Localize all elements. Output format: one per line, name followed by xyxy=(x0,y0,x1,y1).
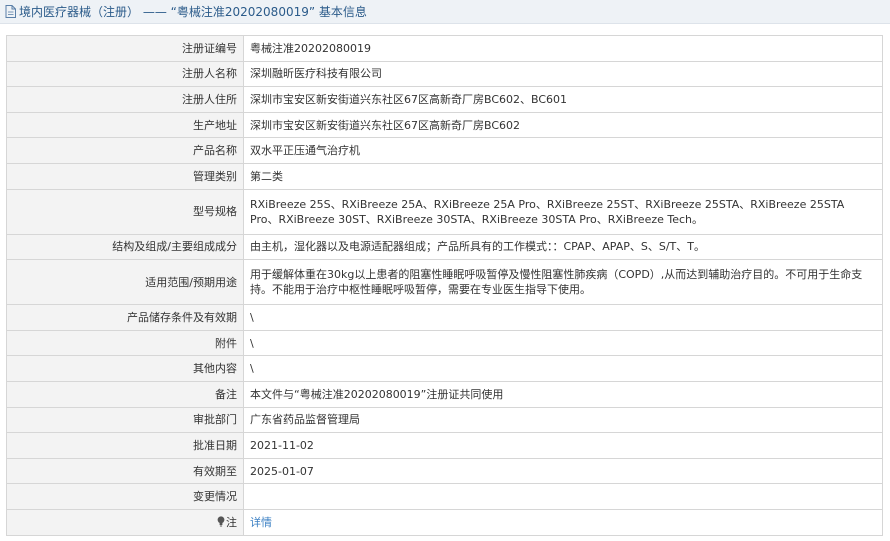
header-separator: —— xyxy=(139,4,171,19)
row-value: \ xyxy=(243,304,883,331)
row-value: 双水平正压通气治疗机 xyxy=(243,137,883,164)
table-row: 适用范围/预期用途 用于缓解体重在30kg以上患者的阻塞性睡眠呼吸暂停及慢性阻塞… xyxy=(6,259,883,306)
row-label: 管理类别 xyxy=(6,162,244,190)
table-row: 有效期至 2025-01-07 xyxy=(6,457,883,485)
note-label-cell: 注 xyxy=(6,508,244,536)
row-label: 生产地址 xyxy=(6,111,244,139)
table-row: 变更情况 xyxy=(6,483,883,510)
header-quoted-id: “粤械注准20202080019” xyxy=(170,5,316,19)
row-value: \ xyxy=(243,355,883,382)
table-row: 其他内容 \ xyxy=(6,355,883,382)
table-row: 批准日期 2021-11-02 xyxy=(6,432,883,459)
table-row: 管理类别 第二类 xyxy=(6,162,883,190)
row-label: 产品储存条件及有效期 xyxy=(6,304,244,331)
table-row: 结构及组成/主要组成成分 由主机，湿化器以及电源适配器组成；产品所具有的工作模式… xyxy=(6,233,883,261)
table-row: 注册人名称 深圳融昕医疗科技有限公司 xyxy=(6,60,883,88)
row-label: 型号规格 xyxy=(6,188,244,235)
table-row: 生产地址 深圳市宝安区新安街道兴东社区67区高新奇厂房BC602 xyxy=(6,111,883,139)
details-link[interactable]: 详情 xyxy=(250,516,272,529)
row-value: 2021-11-02 xyxy=(243,432,883,459)
row-label: 注册人名称 xyxy=(6,60,244,88)
table-row: 注册证编号 粤械注准20202080019 xyxy=(6,35,883,62)
table-row: 产品储存条件及有效期 \ xyxy=(6,304,883,331)
row-label: 有效期至 xyxy=(6,457,244,485)
row-value: 粤械注准20202080019 xyxy=(243,35,883,62)
row-value: 2025-01-07 xyxy=(243,457,883,485)
row-label: 注册证编号 xyxy=(6,35,244,62)
row-label: 产品名称 xyxy=(6,137,244,164)
row-label: 变更情况 xyxy=(6,483,244,510)
note-row: 注 详情 xyxy=(6,508,883,536)
row-value: \ xyxy=(243,329,883,357)
row-label: 注册人住所 xyxy=(6,86,244,113)
row-value: 用于缓解体重在30kg以上患者的阻塞性睡眠呼吸暂停及慢性阻塞性肺疾病（COPD）… xyxy=(243,259,883,306)
note-value-cell: 详情 xyxy=(243,508,883,536)
row-value: 深圳融昕医疗科技有限公司 xyxy=(243,60,883,88)
table-row: 注册人住所 深圳市宝安区新安街道兴东社区67区高新奇厂房BC602、BC601 xyxy=(6,86,883,113)
row-value: 第二类 xyxy=(243,162,883,190)
row-value: 本文件与“粤械注准20202080019”注册证共同使用 xyxy=(243,380,883,408)
row-label: 批准日期 xyxy=(6,432,244,459)
header-suffix: 基本信息 xyxy=(315,5,367,19)
row-value xyxy=(243,483,883,510)
row-value: 广东省药品监督管理局 xyxy=(243,406,883,434)
info-table: 注册证编号 粤械注准20202080019 注册人名称 深圳融昕医疗科技有限公司… xyxy=(6,35,883,536)
table-row: 型号规格 RXiBreeze 25S、RXiBreeze 25A、RXiBree… xyxy=(6,188,883,235)
table-row: 产品名称 双水平正压通气治疗机 xyxy=(6,137,883,164)
document-icon xyxy=(5,5,16,18)
lightbulb-icon xyxy=(217,516,225,527)
row-label: 备注 xyxy=(6,380,244,408)
table-row: 附件 \ xyxy=(6,329,883,357)
row-label: 附件 xyxy=(6,329,244,357)
info-table-container: 注册证编号 粤械注准20202080019 注册人名称 深圳融昕医疗科技有限公司… xyxy=(6,35,883,536)
row-value: 深圳市宝安区新安街道兴东社区67区高新奇厂房BC602、BC601 xyxy=(243,86,883,113)
row-label: 适用范围/预期用途 xyxy=(6,259,244,306)
row-value: 由主机，湿化器以及电源适配器组成；产品所具有的工作模式：：CPAP、APAP、S… xyxy=(243,233,883,261)
row-label: 其他内容 xyxy=(6,355,244,382)
table-row: 备注 本文件与“粤械注准20202080019”注册证共同使用 xyxy=(6,380,883,408)
note-label: 注 xyxy=(226,515,237,529)
row-value: RXiBreeze 25S、RXiBreeze 25A、RXiBreeze 25… xyxy=(243,188,883,235)
row-label: 审批部门 xyxy=(6,406,244,434)
table-row: 审批部门 广东省药品监督管理局 xyxy=(6,406,883,434)
row-label: 结构及组成/主要组成成分 xyxy=(6,233,244,261)
row-value: 深圳市宝安区新安街道兴东社区67区高新奇厂房BC602 xyxy=(243,111,883,139)
header-prefix: 境内医疗器械（注册） xyxy=(19,5,140,19)
page-header: 境内医疗器械（注册） —— “粤械注准20202080019” 基本信息 xyxy=(0,0,890,24)
